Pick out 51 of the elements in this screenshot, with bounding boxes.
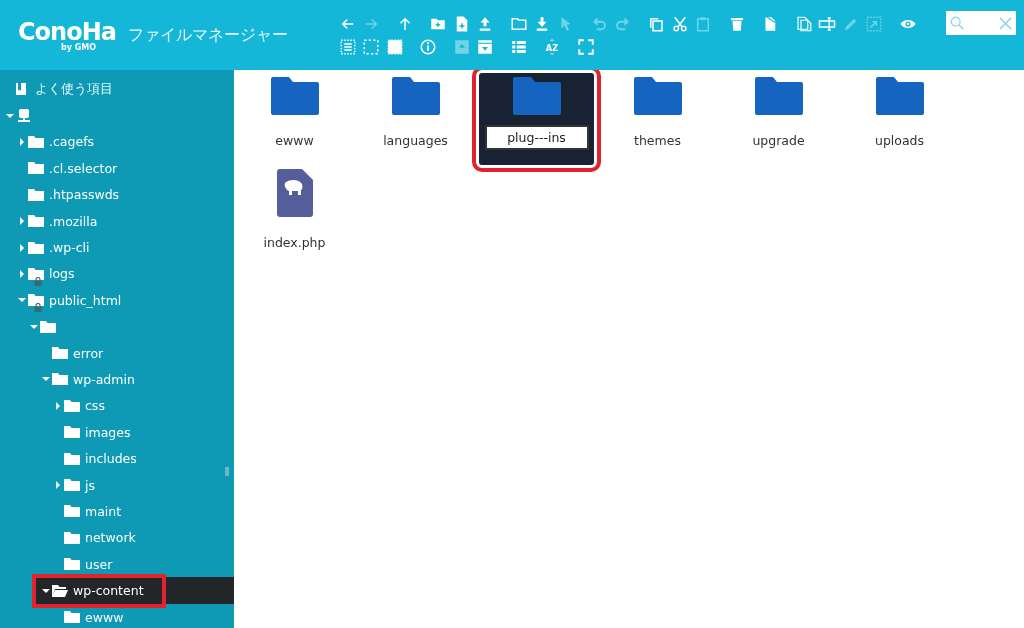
folder-name[interactable]: .cl.selector [49, 160, 118, 176]
folder-name[interactable]: maint [85, 503, 122, 519]
file-item[interactable]: uploads [842, 73, 957, 165]
app-title: ファイルマネージャー [127, 24, 289, 46]
rename-field[interactable]: plug---ins [484, 125, 589, 150]
folder-name[interactable]: public_html [49, 292, 122, 308]
tree-row[interactable]: logs [0, 260, 234, 288]
folder-name[interactable]: error [73, 345, 104, 361]
folder-name[interactable]: wp-admin [73, 372, 135, 387]
tree-row[interactable]: includes [0, 445, 234, 472]
tree-row[interactable]: .wp-cli [0, 234, 234, 261]
folder-name[interactable]: logs [49, 266, 75, 282]
file-name[interactable]: upgrade [752, 133, 805, 148]
folder-name[interactable]: includes [85, 451, 137, 467]
file-item[interactable]: ewww [237, 73, 352, 165]
tree-row[interactable]: .htpasswds [0, 181, 234, 208]
folder-name[interactable]: .mozilla [49, 213, 98, 229]
folder-name[interactable]: images [85, 424, 131, 440]
tree-row[interactable]: css [0, 392, 234, 420]
tree-row[interactable]: network [0, 524, 234, 552]
tree-row[interactable]: js [0, 471, 234, 499]
folder-name[interactable]: wp-content [73, 583, 144, 599]
tree-row[interactable]: wp-admin [0, 366, 234, 393]
favorites-item[interactable]: よく使う項目 [35, 80, 113, 98]
file-item[interactable]: languages [358, 73, 473, 165]
tree-row[interactable]: user [0, 551, 234, 578]
file-name[interactable]: themes [634, 133, 681, 148]
file-item[interactable]: upgrade [721, 73, 836, 165]
folder-name[interactable]: js [85, 477, 95, 493]
file-name[interactable]: ewww [275, 133, 314, 148]
tree-row[interactable]: maint [0, 498, 234, 525]
file-item[interactable]: index.php [237, 165, 352, 257]
tree-row[interactable]: images [0, 419, 234, 446]
tree-row[interactable]: ewww [0, 603, 234, 628]
folder-name[interactable]: .wp-cli [49, 240, 90, 256]
logo: ConoHa by GMO [17, 17, 117, 53]
file-name[interactable]: index.php [263, 235, 326, 250]
folder-name[interactable]: .htpasswds [49, 187, 120, 203]
folder-name[interactable]: ewww [85, 609, 124, 625]
folder-name[interactable]: .cagefs [49, 134, 95, 150]
tree-row[interactable]: .cagefs [0, 128, 234, 156]
folder-name[interactable]: network [85, 530, 136, 546]
tree-row[interactable]: .mozilla [0, 207, 234, 235]
tree-row[interactable]: public_html [0, 287, 234, 314]
file-item[interactable]: themes [600, 73, 715, 165]
file-name[interactable]: languages [383, 133, 448, 148]
folder-name[interactable]: user [85, 556, 113, 572]
file-name[interactable]: uploads [874, 133, 925, 148]
folder-name[interactable]: css [85, 398, 105, 414]
tree-row[interactable]: .cl.selector [0, 155, 234, 182]
tree-row[interactable]: error [0, 339, 234, 367]
